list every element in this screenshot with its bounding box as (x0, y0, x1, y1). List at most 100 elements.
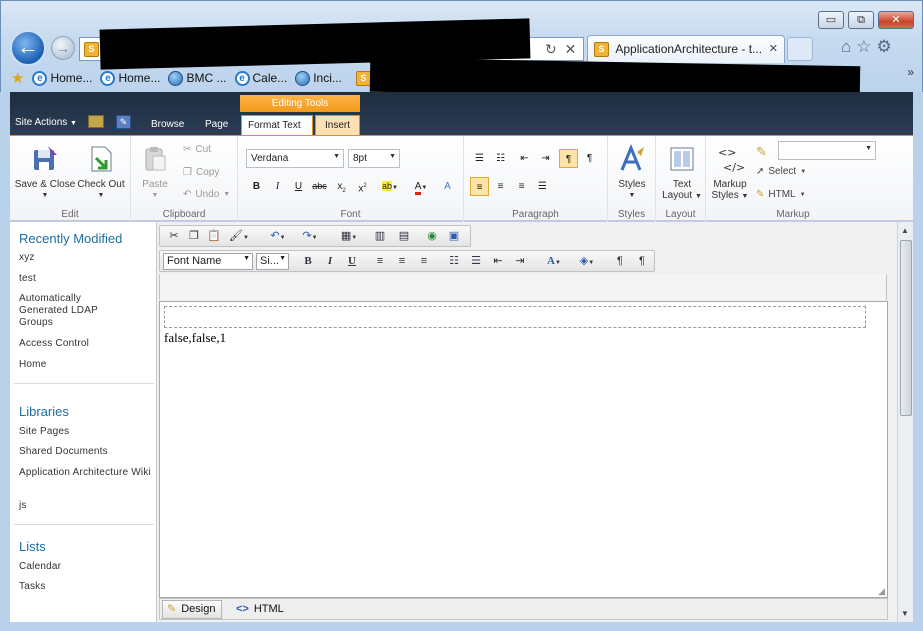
bold-button[interactable]: B (247, 177, 266, 196)
ltr-button[interactable]: ¶ (559, 149, 578, 168)
check-out-button[interactable]: Check Out ▼ (74, 144, 128, 201)
nav-heading-libraries[interactable]: Libraries (19, 404, 69, 419)
editor-font-name-select[interactable]: Font Name ▼ (163, 253, 253, 270)
editor-font-size-select[interactable]: Si... ▼ (256, 253, 289, 270)
clear-format-button[interactable]: A (438, 177, 457, 196)
scrollbar-thumb[interactable] (900, 240, 912, 416)
decrease-indent-button[interactable]: ⇤ (515, 149, 534, 168)
new-tab-button[interactable] (787, 37, 813, 61)
underline-button[interactable]: U (289, 177, 308, 196)
highlight-button[interactable]: ab▼ (376, 177, 404, 196)
editor-placeholder-region[interactable] (164, 306, 866, 328)
redo-icon[interactable]: ↷▼ (298, 229, 322, 243)
paste-icon[interactable]: 📋 (206, 229, 222, 243)
bold-icon[interactable]: B (300, 254, 316, 268)
nav-item[interactable]: xyz (19, 252, 153, 264)
undo-icon[interactable]: ↶▼ (266, 229, 290, 243)
favorite-link[interactable]: Inci... (295, 70, 342, 86)
indent-icon[interactable]: ⇥ (512, 254, 528, 268)
tab-format-text[interactable]: Format Text (241, 115, 313, 135)
font-size-select[interactable]: 8pt ▼ (348, 149, 400, 168)
align-left-icon[interactable]: ≡ (372, 254, 388, 268)
bullet-list-icon[interactable]: ☰ (468, 254, 484, 268)
tab-page[interactable]: Page (199, 115, 234, 135)
favorite-link[interactable]: e Home... (100, 70, 160, 86)
tab-browse[interactable]: Browse (145, 115, 190, 135)
html-button[interactable]: ✎ HTML ▼ (756, 189, 806, 200)
cell-properties-icon[interactable]: ▤ (396, 229, 412, 243)
align-right-icon[interactable]: ≡ (416, 254, 432, 268)
home-icon[interactable]: ⌂ (841, 37, 856, 56)
highlight-color-icon[interactable]: ◈▼ (574, 254, 600, 268)
scroll-down-icon[interactable]: ▼ (901, 609, 909, 618)
nav-item[interactable]: js (19, 500, 153, 512)
markup-styles-button[interactable]: <> </> Markup Styles ▼ (708, 144, 752, 202)
select-button[interactable]: ➚ Select ▼ (756, 166, 806, 177)
save-close-button[interactable]: Save & Close ▼ (14, 144, 76, 201)
back-button[interactable]: ← (10, 30, 46, 66)
align-right-button[interactable]: ≡ (512, 177, 531, 196)
numbered-list-icon[interactable]: ☷ (446, 254, 462, 268)
favorites-more-button[interactable]: » (907, 65, 914, 79)
nav-item[interactable]: Automatically Generated LDAP Groups (19, 293, 119, 329)
undo-button[interactable]: ↶ Undo ▼ (183, 189, 230, 200)
format-painter-icon[interactable]: 🖌▼ (226, 229, 252, 243)
edit-page-icon[interactable]: ✎ (116, 115, 131, 129)
nav-item[interactable]: Calendar (19, 561, 153, 573)
underline-icon[interactable]: U (344, 254, 360, 268)
insert-table-icon[interactable]: ▦▼ (336, 229, 362, 243)
favorites-star-icon[interactable]: ★ (11, 69, 24, 87)
minimize-button[interactable]: ▭ (818, 11, 844, 29)
favorite-link[interactable]: e Cale... (234, 70, 287, 86)
text-layout-button[interactable]: Text Layout ▼ (659, 144, 705, 202)
nav-item[interactable]: Home (19, 359, 153, 371)
increase-indent-button[interactable]: ⇥ (536, 149, 555, 168)
scroll-up-icon[interactable]: ▲ (901, 226, 909, 235)
favorite-link[interactable]: e Home... (32, 70, 92, 86)
resize-grip-icon[interactable]: ◢ (878, 586, 885, 597)
forward-button[interactable]: → (51, 36, 75, 60)
hyperlink-icon[interactable]: ◉ (424, 229, 440, 243)
close-window-button[interactable]: ✕ (878, 11, 914, 29)
font-color-icon[interactable]: A▼ (542, 254, 566, 268)
favorites-star-icon[interactable]: ☆ (856, 37, 876, 56)
browser-tab-active[interactable]: S ApplicationArchitecture - t... ✕ (587, 35, 785, 63)
outdent-icon[interactable]: ⇤ (490, 254, 506, 268)
justify-button[interactable]: ☰ (533, 177, 552, 196)
copy-icon[interactable]: ❐ (186, 229, 202, 243)
font-color-button[interactable]: A▼ (408, 177, 434, 196)
nav-item[interactable]: Application Architecture Wiki (19, 467, 151, 479)
design-mode-tab[interactable]: ✎ Design (162, 600, 223, 619)
tab-insert[interactable]: Insert (315, 115, 360, 135)
align-left-button[interactable]: ≡ (470, 177, 489, 196)
styles-button[interactable]: Styles ▼ (612, 144, 652, 201)
ltr-icon[interactable]: ¶ (612, 254, 628, 268)
markup-language-select[interactable]: ▼ (778, 141, 876, 160)
rtl-icon[interactable]: ¶ (634, 254, 650, 268)
bullets-button[interactable]: ☰ (470, 149, 489, 168)
paste-button[interactable]: Paste ▼ (137, 144, 173, 201)
nav-item[interactable]: Site Pages (19, 426, 153, 438)
html-mode-tab[interactable]: <> HTML (232, 600, 290, 619)
site-actions-menu[interactable]: Site Actions ▼ (15, 117, 77, 128)
superscript-button[interactable]: x2 (353, 177, 372, 196)
align-center-button[interactable]: ≡ (491, 177, 510, 196)
stop-icon[interactable]: ✕ (565, 41, 577, 57)
gear-icon[interactable]: ⚙ (877, 37, 897, 56)
italic-button[interactable]: I (268, 177, 287, 196)
editor-content-text[interactable]: false,false,1 (164, 330, 226, 346)
table-properties-icon[interactable]: ▥ (372, 229, 388, 243)
nav-heading-lists[interactable]: Lists (19, 539, 46, 554)
cut-button[interactable]: ✂ Cut (183, 144, 211, 155)
rich-text-editor[interactable]: false,false,1 ◢ (159, 301, 888, 598)
nav-item[interactable]: test (19, 273, 153, 285)
strikethrough-button[interactable]: abc (310, 177, 329, 196)
nav-item[interactable]: Tasks (19, 581, 153, 593)
italic-icon[interactable]: I (322, 254, 338, 268)
maximize-button[interactable]: ⧉ (848, 11, 874, 29)
align-center-icon[interactable]: ≡ (394, 254, 410, 268)
subscript-button[interactable]: x2 (332, 177, 351, 196)
vertical-scrollbar[interactable]: ▲ ▼ (897, 222, 913, 622)
refresh-icon[interactable]: ↻ (545, 41, 557, 57)
tab-close-icon[interactable]: ✕ (769, 42, 778, 55)
